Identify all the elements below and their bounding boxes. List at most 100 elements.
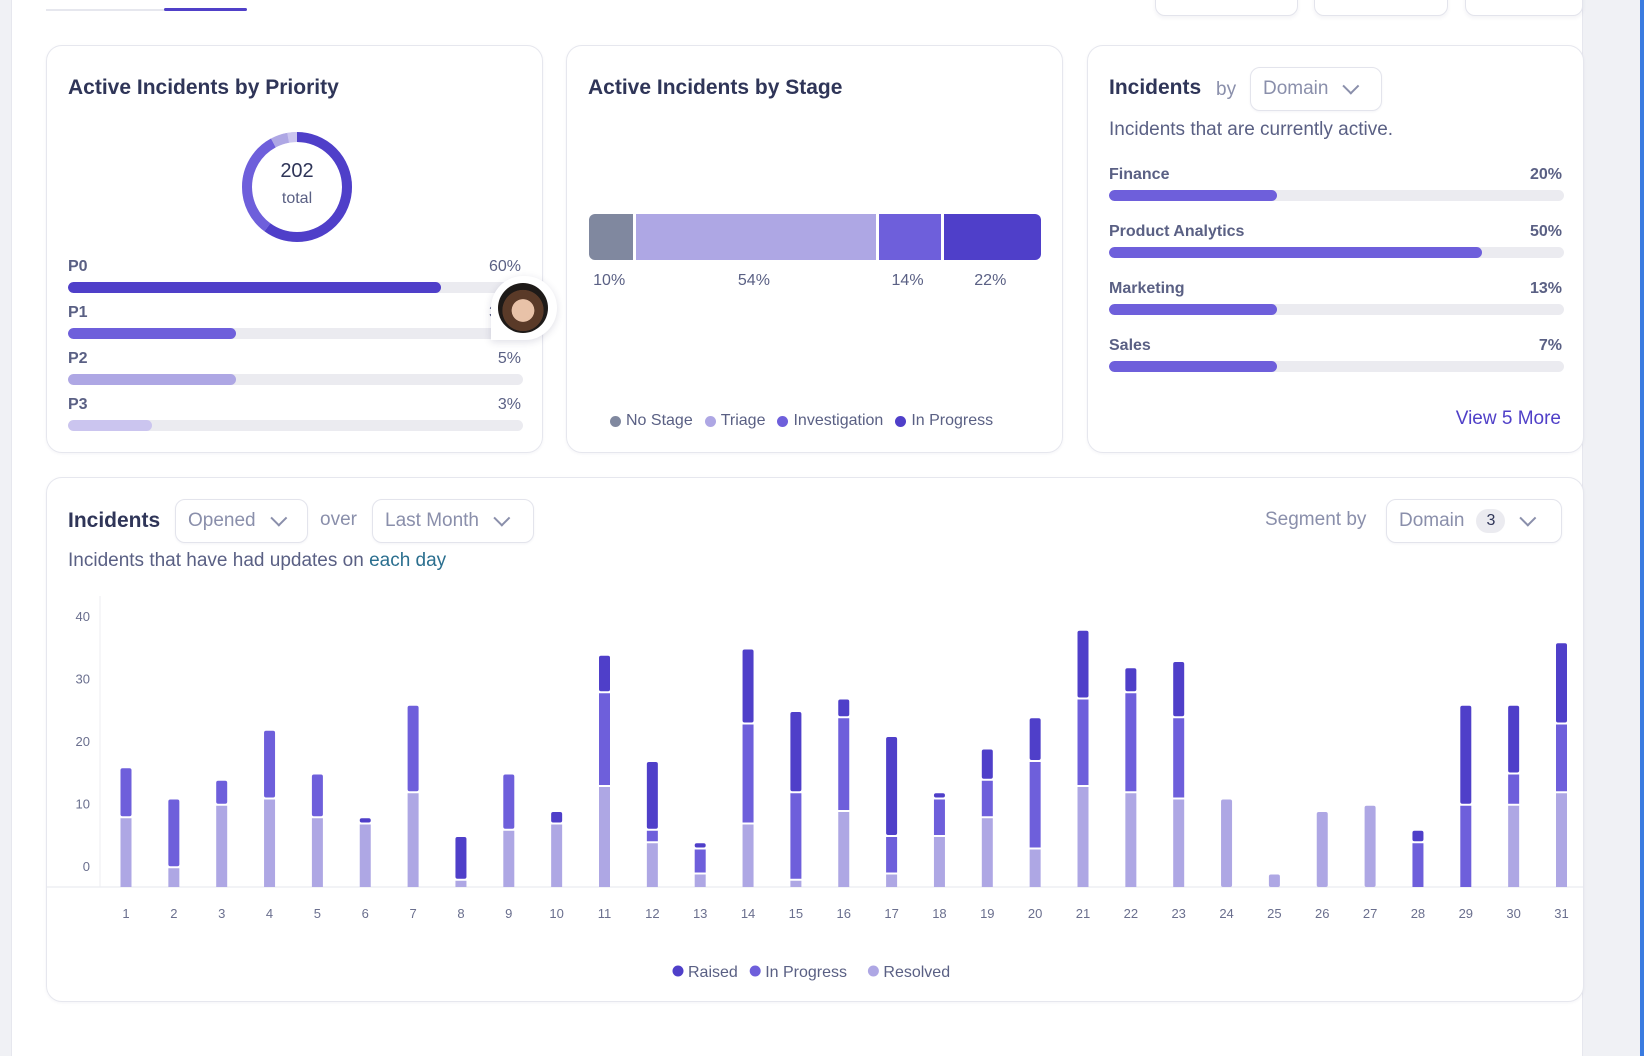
bar-resolved-day-3[interactable] (216, 805, 228, 887)
bar-in-progress-day-30[interactable] (1508, 774, 1520, 804)
bar-in-progress-day-2[interactable] (168, 799, 180, 867)
bar-resolved-day-23[interactable] (1173, 799, 1185, 888)
bar-resolved-day-24[interactable] (1221, 799, 1233, 888)
bar-resolved-day-20[interactable] (1029, 849, 1041, 888)
x-tick-label: 27 (1363, 906, 1377, 921)
x-tick-label: 28 (1411, 906, 1425, 921)
x-tick-label: 2 (170, 906, 177, 921)
bar-raised-day-17[interactable] (886, 737, 898, 835)
bar-in-progress-day-5[interactable] (311, 774, 323, 817)
bar-raised-day-12[interactable] (646, 762, 658, 829)
bar-raised-day-19[interactable] (981, 749, 993, 779)
bar-raised-day-13[interactable] (694, 843, 706, 848)
bar-raised-day-8[interactable] (455, 837, 467, 879)
bar-resolved-day-4[interactable] (264, 799, 276, 888)
bar-resolved-day-30[interactable] (1508, 805, 1520, 887)
x-tick-label: 30 (1506, 906, 1520, 921)
bar-raised-day-20[interactable] (1029, 718, 1041, 760)
x-tick-label: 17 (884, 906, 898, 921)
bar-in-progress-day-28[interactable] (1412, 843, 1424, 887)
legend-label: Raised (688, 964, 738, 981)
bar-resolved-day-1[interactable] (120, 818, 132, 887)
chart-legend-item[interactable]: Resolved (867, 964, 950, 981)
bar-in-progress-day-7[interactable] (407, 705, 419, 792)
bar-raised-day-28[interactable] (1412, 830, 1424, 842)
bar-resolved-day-13[interactable] (694, 874, 706, 888)
incidents-bar-chart: 0102030401 2 3 4 5 6 7 8 9 10 11 12 13 14 15 16 17 18 19 20… (46, 596, 1584, 981)
bar-resolved-day-27[interactable] (1364, 805, 1376, 887)
bar-resolved-day-2[interactable] (168, 868, 180, 887)
bar-resolved-day-10[interactable] (551, 824, 563, 888)
bar-raised-day-16[interactable] (838, 699, 850, 717)
bar-resolved-day-16[interactable] (838, 812, 850, 887)
bar-in-progress-day-29[interactable] (1460, 805, 1472, 887)
bar-resolved-day-19[interactable] (981, 818, 993, 887)
bar-in-progress-day-16[interactable] (838, 718, 850, 810)
x-tick-label: 21 (1076, 906, 1090, 921)
bar-raised-day-29[interactable] (1460, 705, 1472, 804)
bar-resolved-day-12[interactable] (646, 843, 658, 887)
bar-in-progress-day-22[interactable] (1125, 693, 1137, 792)
bar-resolved-day-11[interactable] (599, 787, 610, 887)
bar-resolved-day-14[interactable] (742, 824, 754, 888)
bar-in-progress-day-21[interactable] (1077, 699, 1089, 786)
x-tick-label: 31 (1554, 906, 1568, 921)
legend-label: In Progress (765, 964, 847, 981)
bar-raised-day-18[interactable] (933, 793, 945, 798)
bar-in-progress-day-13[interactable] (694, 849, 706, 873)
bar-resolved-day-21[interactable] (1077, 787, 1089, 887)
x-tick-label: 23 (1171, 906, 1185, 921)
x-tick-label: 22 (1124, 906, 1138, 921)
bar-in-progress-day-14[interactable] (742, 724, 754, 823)
bar-resolved-day-6[interactable] (359, 824, 371, 888)
legend-dot-icon (749, 965, 761, 977)
bar-raised-day-15[interactable] (790, 712, 802, 792)
legend-label: Resolved (883, 964, 950, 981)
bar-raised-day-22[interactable] (1125, 668, 1137, 692)
bar-in-progress-day-23[interactable] (1173, 718, 1185, 798)
bar-raised-day-14[interactable] (742, 649, 754, 723)
bar-resolved-day-25[interactable] (1268, 874, 1280, 888)
bar-raised-day-23[interactable] (1173, 662, 1185, 717)
bar-in-progress-day-17[interactable] (886, 837, 898, 873)
bar-resolved-day-15[interactable] (790, 880, 802, 887)
x-tick-label: 11 (598, 906, 612, 921)
bar-resolved-day-8[interactable] (455, 880, 467, 887)
bar-resolved-day-17[interactable] (886, 874, 898, 888)
bar-resolved-day-5[interactable] (311, 818, 323, 887)
bar-in-progress-day-31[interactable] (1556, 724, 1567, 792)
bar-raised-day-31[interactable] (1556, 643, 1567, 723)
bar-in-progress-day-11[interactable] (599, 693, 610, 785)
x-tick-label: 24 (1219, 906, 1233, 921)
x-tick-label: 3 (218, 906, 225, 921)
bar-in-progress-day-20[interactable] (1029, 762, 1041, 848)
x-tick-label: 15 (789, 906, 803, 921)
bar-resolved-day-22[interactable] (1125, 793, 1137, 887)
y-tick-label: 30 (76, 672, 90, 687)
x-tick-label: 8 (457, 906, 464, 921)
bar-in-progress-day-19[interactable] (981, 780, 993, 817)
chart-legend-item[interactable]: In Progress (749, 964, 847, 981)
bar-resolved-day-9[interactable] (503, 830, 515, 887)
bar-raised-day-30[interactable] (1508, 705, 1520, 773)
bar-in-progress-day-12[interactable] (646, 830, 658, 842)
bar-in-progress-day-18[interactable] (933, 799, 945, 836)
bar-in-progress-day-3[interactable] (216, 780, 228, 804)
bar-resolved-day-26[interactable] (1316, 812, 1328, 887)
bar-in-progress-day-9[interactable] (503, 774, 515, 829)
bar-raised-day-21[interactable] (1077, 630, 1089, 698)
bar-resolved-day-7[interactable] (407, 793, 419, 887)
x-tick-label: 6 (362, 906, 369, 921)
bar-in-progress-day-1[interactable] (120, 768, 132, 817)
bar-resolved-day-18[interactable] (933, 837, 945, 887)
x-tick-label: 12 (645, 906, 659, 921)
bar-in-progress-day-4[interactable] (264, 730, 276, 798)
chart-legend-item[interactable]: Raised (672, 964, 738, 981)
bar-raised-day-11[interactable] (599, 655, 610, 692)
x-tick-label: 9 (505, 906, 512, 921)
bar-raised-day-6[interactable] (359, 818, 371, 823)
bar-in-progress-day-15[interactable] (790, 793, 802, 879)
bar-resolved-day-31[interactable] (1556, 793, 1567, 887)
x-tick-label: 13 (693, 906, 707, 921)
bar-raised-day-10[interactable] (551, 812, 563, 823)
